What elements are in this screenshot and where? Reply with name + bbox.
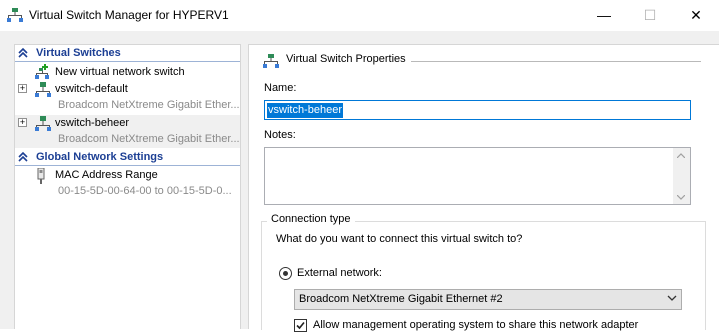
chevron-down-icon[interactable] — [667, 293, 677, 306]
switch-adapter: Broadcom NetXtreme Gigabit Ether... — [58, 133, 240, 145]
scroll-down-icon[interactable] — [676, 193, 686, 202]
global-network-settings-header[interactable]: Global Network Settings — [15, 149, 240, 166]
new-virtual-switch-item[interactable]: New virtual network switch — [15, 63, 240, 80]
allow-management-os-checkbox[interactable] — [294, 319, 307, 332]
collapse-chevron-icon[interactable] — [17, 47, 29, 62]
switch-name: vswitch-default — [55, 83, 128, 95]
expand-plus-icon[interactable]: + — [18, 84, 27, 93]
section-divider — [15, 165, 240, 166]
switch-adapter: Broadcom NetXtreme Gigabit Ether... — [58, 99, 240, 111]
collapse-chevron-icon[interactable] — [17, 151, 29, 166]
external-network-label[interactable]: External network: — [297, 267, 382, 279]
add-network-switch-icon — [35, 64, 51, 82]
network-switch-icon — [35, 116, 51, 134]
maximize-button[interactable]: ☐ — [627, 0, 673, 31]
switch-item-vswitch-beheer[interactable]: + vswitch-beheer Broadcom NetXtreme Giga… — [15, 115, 240, 148]
switch-name-input-value: vswitch-beheer — [267, 103, 343, 118]
global-network-settings-label: Global Network Settings — [36, 151, 164, 163]
network-adapter-dropdown[interactable]: Broadcom NetXtreme Gigabit Ethernet #2 — [294, 289, 682, 310]
navigation-pane: Virtual Switches New virtual network swi… — [14, 44, 241, 329]
connection-type-label: Connection type — [267, 213, 355, 225]
scroll-up-icon[interactable] — [676, 151, 686, 160]
expand-plus-icon[interactable]: + — [18, 118, 27, 127]
section-divider — [15, 61, 240, 62]
notes-label: Notes: — [264, 129, 296, 141]
virtual-switch-app-icon — [7, 8, 23, 25]
name-label: Name: — [264, 82, 297, 94]
radio-selected-dot — [283, 271, 288, 276]
selected-adapter: Broadcom NetXtreme Gigabit Ethernet #2 — [299, 293, 503, 305]
connection-question: What do you want to connect this virtual… — [276, 233, 523, 245]
minimize-button[interactable]: — — [581, 0, 627, 31]
switch-name: vswitch-beheer — [55, 117, 129, 129]
checkmark-icon — [296, 321, 305, 330]
switch-item-vswitch-default[interactable]: + vswitch-default Broadcom NetXtreme Gig… — [15, 81, 240, 114]
virtual-switches-header[interactable]: Virtual Switches — [15, 45, 240, 62]
network-switch-icon — [263, 54, 279, 71]
title-bar: Virtual Switch Manager for HYPERV1 — ☐ ✕ — [0, 0, 719, 31]
close-button[interactable]: ✕ — [673, 0, 719, 31]
properties-title: Virtual Switch Properties — [286, 53, 406, 65]
title-divider — [411, 61, 701, 62]
mac-range-label: MAC Address Range — [55, 169, 158, 181]
mac-address-range-item[interactable]: MAC Address Range 00-15-5D-00-64-00 to 0… — [15, 167, 240, 200]
virtual-switches-label: Virtual Switches — [36, 47, 121, 59]
window-title: Virtual Switch Manager for HYPERV1 — [29, 8, 229, 22]
new-virtual-switch-label: New virtual network switch — [55, 66, 185, 78]
properties-pane: Virtual Switch Properties Name: vswitch-… — [248, 44, 719, 332]
network-switch-icon — [35, 82, 51, 100]
switch-name-input[interactable]: vswitch-beheer — [264, 100, 691, 120]
external-network-radio[interactable] — [279, 267, 292, 280]
notes-textarea[interactable] — [264, 147, 691, 205]
mac-range-value: 00-15-5D-00-64-00 to 00-15-5D-0... — [58, 185, 232, 197]
dialog-client-area: Virtual Switches New virtual network swi… — [0, 31, 719, 332]
notes-scrollbar[interactable] — [673, 148, 690, 204]
allow-management-os-label[interactable]: Allow management operating system to sha… — [313, 319, 638, 331]
network-adapter-icon — [36, 167, 46, 187]
